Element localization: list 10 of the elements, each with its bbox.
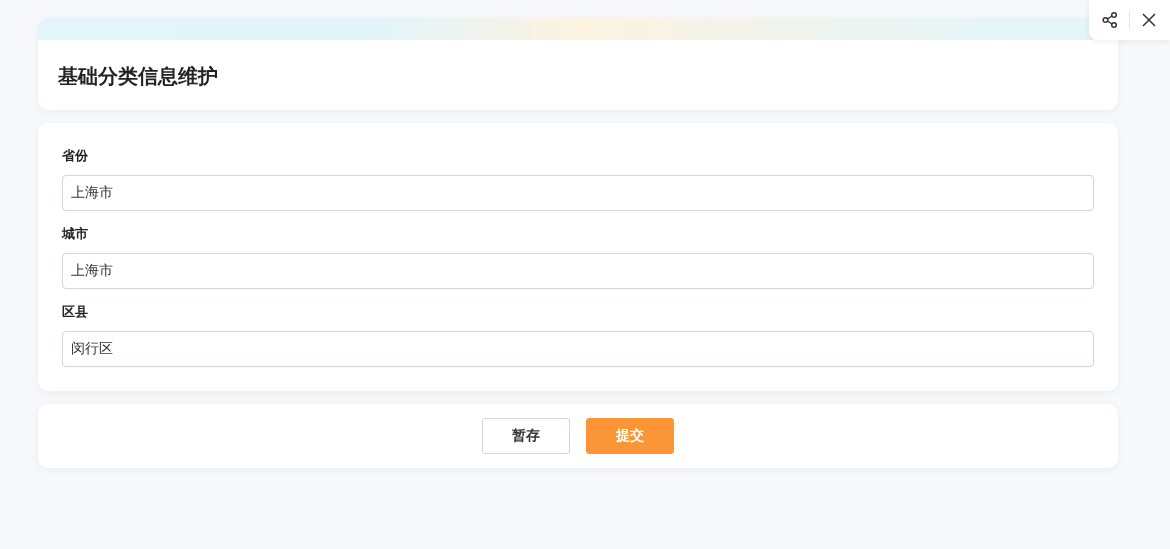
input-field[interactable]: 上海市 [62,253,1094,289]
save-draft-button[interactable]: 暂存 [482,418,570,454]
page-title: 基础分类信息维护 [57,63,219,88]
field-label: 城市 [62,225,88,243]
input-field[interactable]: 闵行区 [62,331,1094,367]
field-label: 省份 [62,147,88,165]
field-label: 区县 [62,303,88,321]
share-icon[interactable] [1101,11,1119,29]
input-field[interactable]: 上海市 [62,175,1094,211]
close-icon[interactable] [1140,11,1158,29]
